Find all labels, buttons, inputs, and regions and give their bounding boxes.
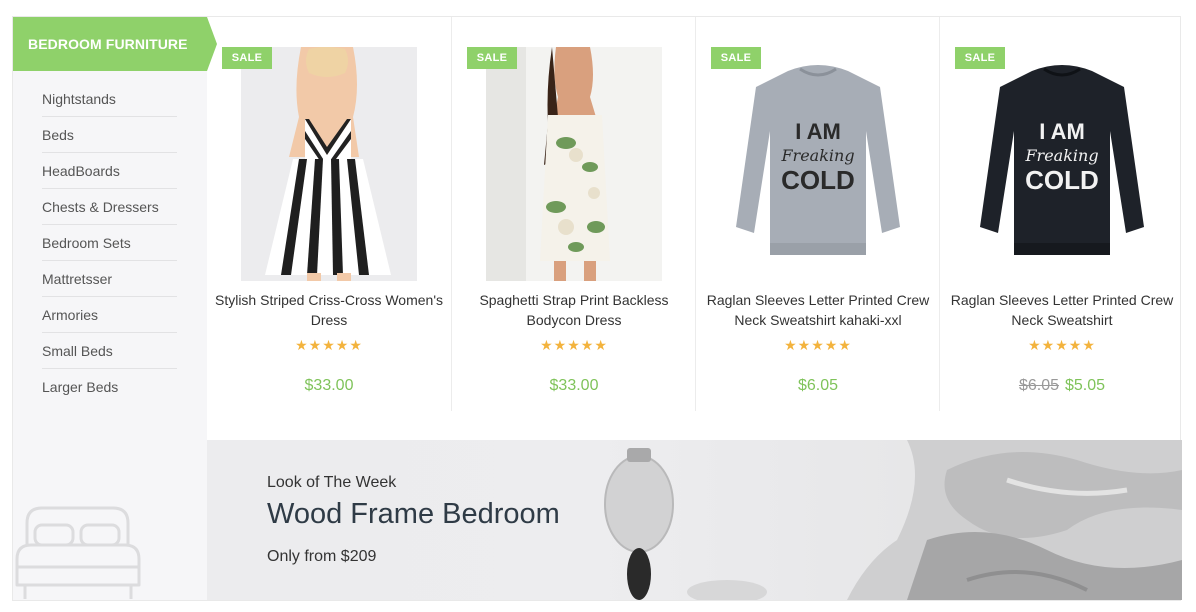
price-value: $33.00 [549, 377, 599, 394]
sidebar-item-beds[interactable]: Beds [42, 117, 177, 153]
sidebar-item-armories[interactable]: Armories [42, 297, 177, 333]
print-line-2: Freaking [1024, 146, 1098, 165]
product-grid: SALE Stylish Striped Criss-Cross Women's… [207, 17, 1182, 440]
category-title: BEDROOM FURNITURE [28, 36, 188, 52]
product-title[interactable]: Raglan Sleeves Letter Printed Crew Neck … [940, 290, 1184, 330]
sale-badge: SALE [222, 47, 272, 69]
old-price: $6.05 [1018, 377, 1059, 394]
sidebar-item-bedroom-sets[interactable]: Bedroom Sets [42, 225, 177, 261]
product-module: BEDROOM FURNITURE Nightstands Beds HeadB… [12, 16, 1182, 601]
product-title[interactable]: Raglan Sleeves Letter Printed Crew Neck … [696, 290, 940, 330]
sidebar-item-small-beds[interactable]: Small Beds [42, 333, 177, 369]
banner-price: Only from $209 [267, 548, 377, 565]
promo-banner[interactable]: Look of The Week Wood Frame Bedroom Only… [207, 440, 1182, 600]
category-list: Nightstands Beds HeadBoards Chests & Dre… [42, 81, 177, 405]
sale-badge: SALE [955, 47, 1005, 69]
sidebar-item-mattresses[interactable]: Mattretsser [42, 261, 177, 297]
price-value: $33.00 [304, 377, 354, 394]
print-line-1: I AM [795, 119, 841, 144]
rating-stars: ★★★★★ [1028, 337, 1096, 353]
sidebar-item-headboards[interactable]: HeadBoards [42, 153, 177, 189]
product-price: $33.00 [207, 377, 451, 395]
product-title[interactable]: Spaghetti Strap Print Backless Bodycon D… [452, 290, 696, 330]
price-value: $6.05 [797, 377, 839, 394]
category-header[interactable]: BEDROOM FURNITURE [13, 17, 217, 71]
print-line-1: I AM [1039, 119, 1085, 144]
sidebar-item-larger-beds[interactable]: Larger Beds [42, 369, 177, 405]
price-value: $5.05 [1065, 377, 1106, 394]
sale-badge: SALE [711, 47, 761, 69]
banner-title[interactable]: Wood Frame Bedroom [267, 498, 560, 531]
sidebar-item-nightstands[interactable]: Nightstands [42, 81, 177, 117]
product-image[interactable] [241, 47, 417, 281]
product-image[interactable]: I AM Freaking COLD [730, 47, 906, 281]
sidebar-item-chests-dressers[interactable]: Chests & Dressers [42, 189, 177, 225]
product-price: $6.05 $5.05 [940, 377, 1184, 395]
category-sidebar: BEDROOM FURNITURE Nightstands Beds HeadB… [13, 17, 217, 600]
product-image[interactable]: I AM Freaking COLD [974, 47, 1150, 281]
product-price: $6.05 [696, 377, 940, 395]
print-line-2: Freaking [780, 146, 854, 165]
product-image[interactable] [486, 47, 662, 281]
print-line-3: COLD [1025, 165, 1099, 195]
product-price: $33.00 [452, 377, 696, 395]
rating-stars: ★★★★★ [295, 337, 363, 353]
bed-icon [15, 506, 141, 599]
print-line-3: COLD [781, 165, 855, 195]
product-card[interactable]: SALE Spaghetti Strap Print Backless Body… [451, 17, 695, 411]
product-card[interactable]: SALE Stylish Striped Criss-Cross Women's… [207, 17, 451, 411]
product-card[interactable]: I AM Freaking COLD SALE Raglan Sleeves L… [939, 17, 1183, 411]
product-title[interactable]: Stylish Striped Criss-Cross Women's Dres… [207, 290, 451, 330]
product-card[interactable]: I AM Freaking COLD SALE Raglan Sleeves L… [695, 17, 939, 411]
rating-stars: ★★★★★ [784, 337, 852, 353]
rating-stars: ★★★★★ [540, 337, 608, 353]
sale-badge: SALE [467, 47, 517, 69]
banner-subtitle: Look of The Week [267, 474, 397, 491]
